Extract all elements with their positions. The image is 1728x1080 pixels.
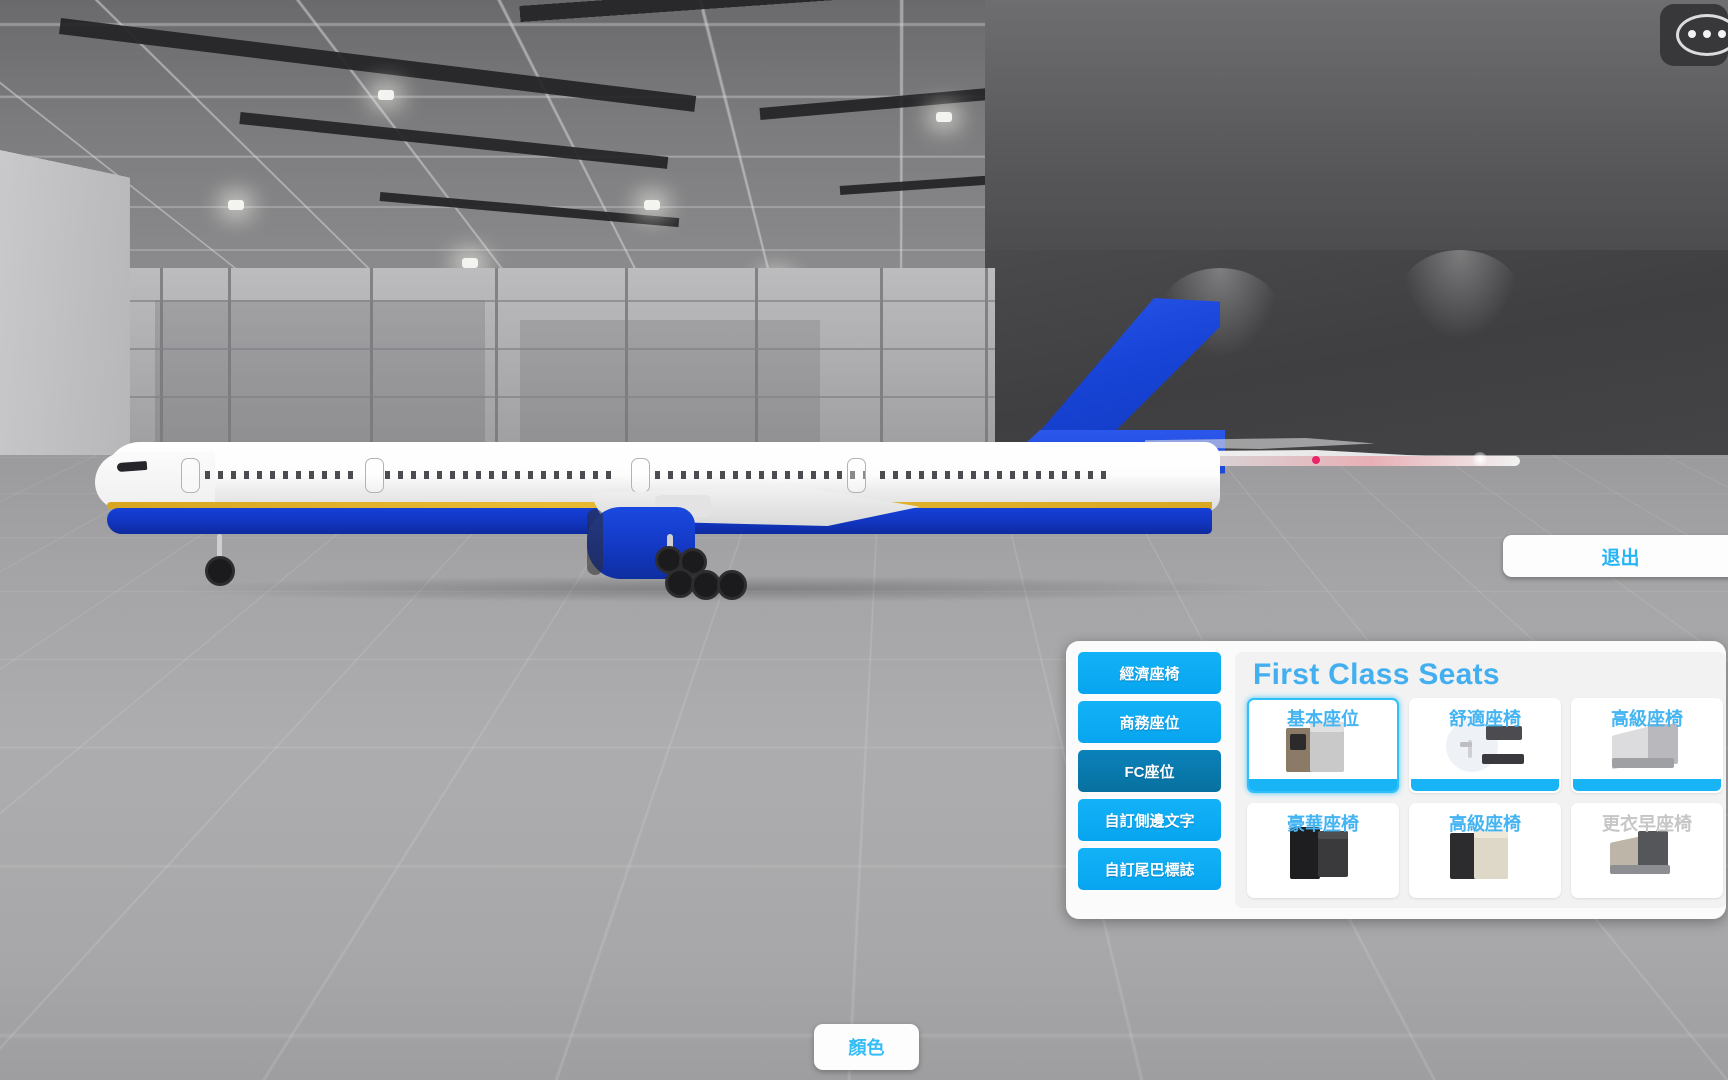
- category-button-first-class[interactable]: FC座位: [1078, 750, 1221, 792]
- aircraft-door: [181, 458, 200, 493]
- ceiling-lamp: [644, 200, 660, 210]
- seat-card-bar: [1573, 779, 1721, 791]
- aircraft-door: [847, 458, 866, 493]
- seat-card-bar: [1249, 779, 1397, 791]
- aircraft-door: [631, 458, 650, 493]
- seat-card-label: 舒適座椅: [1449, 709, 1521, 729]
- seat-card-luxury[interactable]: 豪華座椅: [1247, 803, 1399, 898]
- seat-grid-container: First Class Seats 基本座位 舒適座椅 高級座椅 豪華座椅 高級…: [1235, 652, 1726, 908]
- nose-gear-wheel: [205, 556, 235, 586]
- category-button-economy[interactable]: 經濟座椅: [1078, 652, 1221, 694]
- aircraft-window-row: [205, 471, 355, 479]
- seat-card-comfort[interactable]: 舒適座椅: [1409, 698, 1561, 793]
- color-button[interactable]: 顏色: [814, 1024, 919, 1070]
- three-dots-icon: [1688, 30, 1726, 38]
- aircraft-window-row: [880, 471, 1110, 479]
- exit-button[interactable]: 退出: [1503, 535, 1728, 577]
- seat-card-label: 基本座位: [1287, 709, 1359, 729]
- aircraft-tail-cone: [1190, 456, 1520, 466]
- seat-card-grid: 基本座位 舒適座椅 高級座椅 豪華座椅 高級座椅 更衣早座椅: [1247, 698, 1726, 898]
- seat-card-label: 高級座椅: [1611, 709, 1683, 729]
- seat-selection-panel[interactable]: 經濟座椅 商務座位 FC座位 自訂側邊文字 自訂尾巴標誌 First Class…: [1066, 641, 1726, 919]
- main-gear-wheel: [717, 570, 747, 600]
- ceiling-lamp: [378, 90, 394, 100]
- aircraft-window-row: [385, 471, 615, 479]
- seat-card-label: 更衣早座椅: [1602, 814, 1692, 834]
- seat-card-premium[interactable]: 高級座椅: [1571, 698, 1723, 793]
- seat-card-bar: [1411, 779, 1559, 791]
- aircraft-light-dot: [1473, 452, 1487, 466]
- seat-card-label: 豪華座椅: [1287, 814, 1359, 834]
- roblox-menu-button[interactable]: [1660, 4, 1728, 66]
- ceiling-lamp: [936, 112, 952, 122]
- aircraft-door: [365, 458, 384, 493]
- seat-card-basic[interactable]: 基本座位: [1247, 698, 1399, 793]
- ceiling-lamp: [228, 200, 244, 210]
- category-button-business[interactable]: 商務座位: [1078, 701, 1221, 743]
- aircraft-model[interactable]: [95, 290, 1520, 602]
- hangar-back-wall-upper: [985, 0, 1728, 262]
- aircraft-tail-marker: [1312, 456, 1320, 464]
- aircraft-window-row: [655, 471, 865, 479]
- category-button-custom-side-text[interactable]: 自訂側邊文字: [1078, 799, 1221, 841]
- seat-card-advanced[interactable]: 高級座椅: [1409, 803, 1561, 898]
- aircraft-engine-inlet: [587, 509, 603, 575]
- category-button-custom-tail-logo[interactable]: 自訂尾巴標誌: [1078, 848, 1221, 890]
- ceiling-lamp: [462, 258, 478, 268]
- seat-category-list: 經濟座椅 商務座位 FC座位 自訂側邊文字 自訂尾巴標誌: [1078, 652, 1221, 908]
- seat-card-locked[interactable]: 更衣早座椅: [1571, 803, 1723, 898]
- panel-title: First Class Seats: [1253, 658, 1500, 691]
- seat-card-label: 高級座椅: [1449, 814, 1521, 834]
